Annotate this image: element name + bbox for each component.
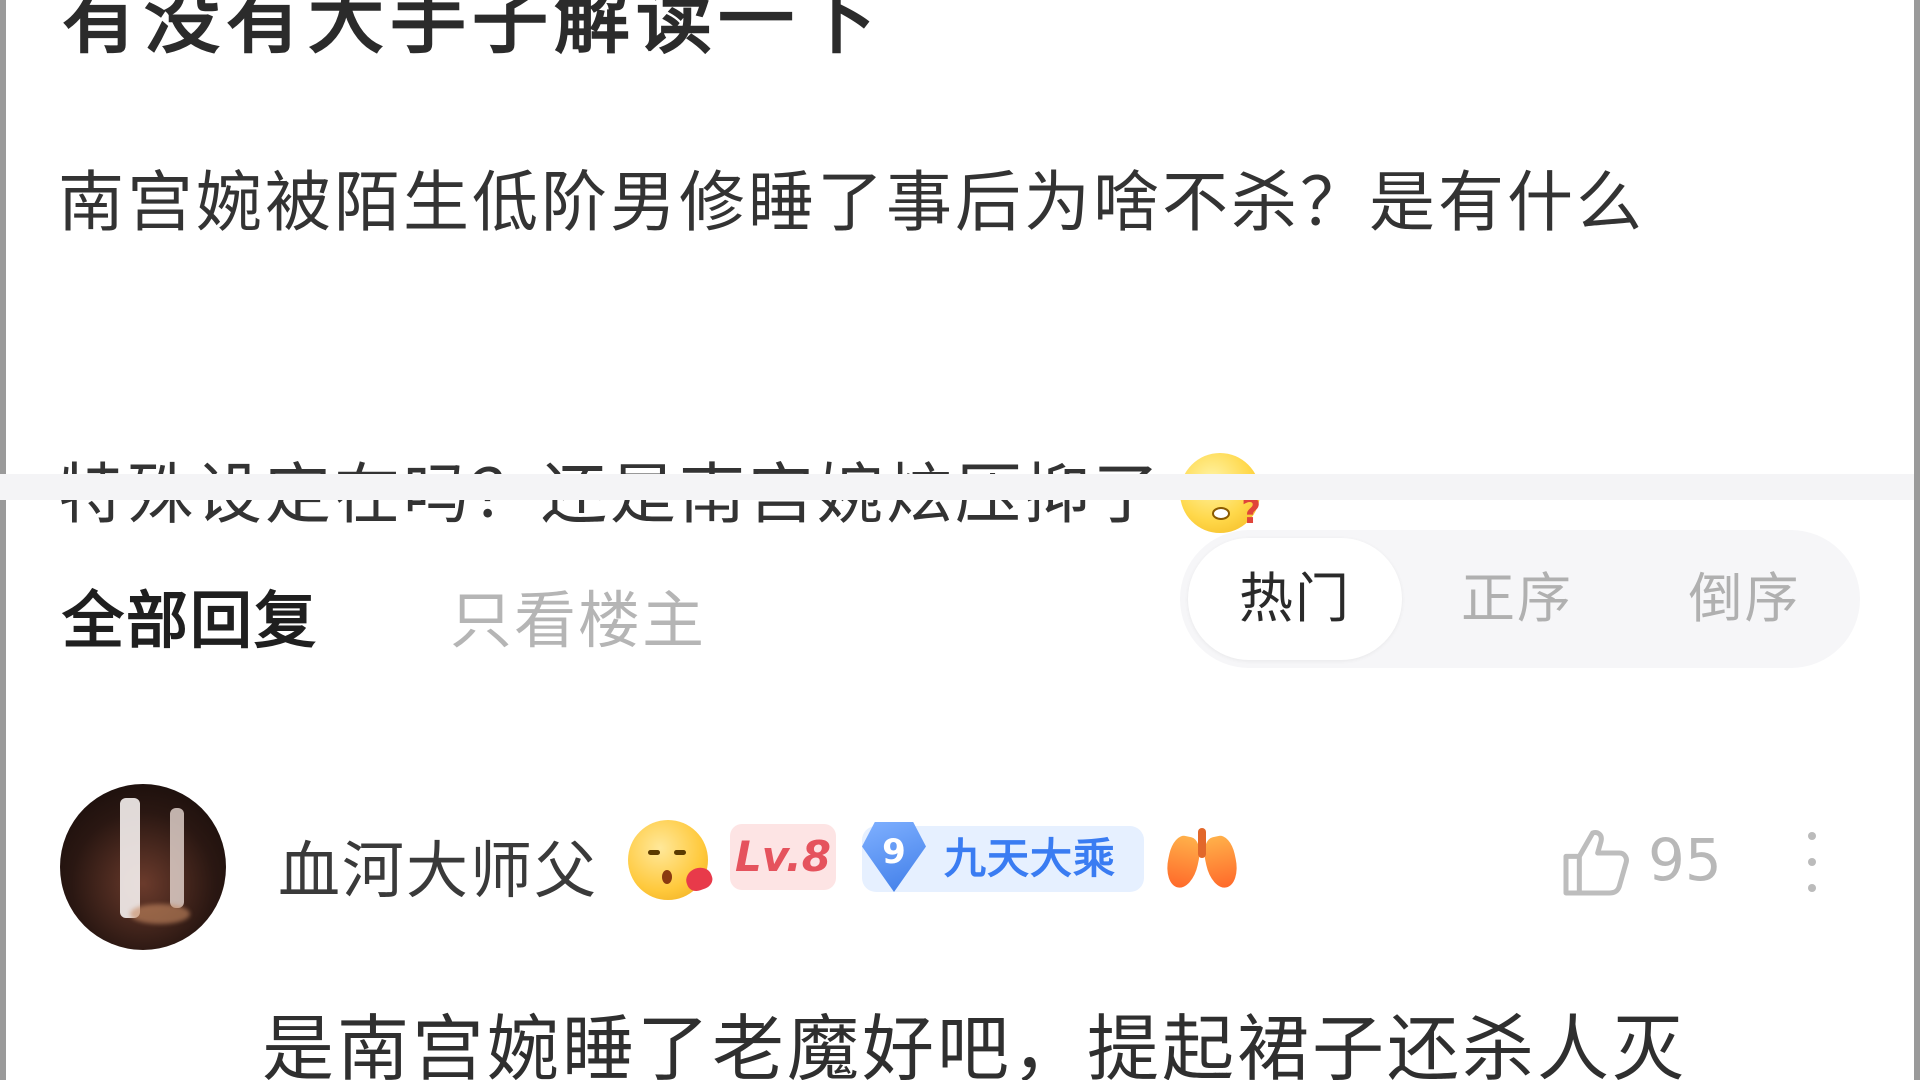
like-count: 95 bbox=[1648, 826, 1722, 894]
comment-item: 血河大师父 Lv.8 9 九天大乘 95 是南宫婉睡了老魔好吧，提起裙子还杀人灭 bbox=[0, 780, 1920, 1080]
tab-op-only[interactable]: 只看楼主 bbox=[450, 570, 706, 660]
comment-text: 是南宫婉睡了老魔好吧，提起裙子还杀人灭 bbox=[262, 1007, 1688, 1080]
level-badge: Lv.8 bbox=[730, 824, 836, 890]
post-title: 有没有大手子解读一下 bbox=[62, 0, 882, 64]
replies-tab-bar: 全部回复 只看楼主 热门 正序 倒序 bbox=[0, 530, 1920, 680]
thumbs-up-icon bbox=[1563, 830, 1629, 896]
avatar[interactable] bbox=[60, 784, 226, 950]
sort-hot-button[interactable]: 热门 bbox=[1188, 538, 1402, 660]
app-frame: 有没有大手子解读一下 南宫婉被陌生低阶男修睡了事后为啥不杀？是有什么 特殊设定在… bbox=[0, 0, 1920, 1080]
post-body-line-1: 南宫婉被陌生低阶男修睡了事后为啥不杀？是有什么 bbox=[58, 164, 1645, 241]
section-divider bbox=[0, 474, 1920, 500]
diamond-icon: 9 bbox=[862, 822, 926, 892]
rank-badge: 9 九天大乘 bbox=[862, 822, 1144, 892]
sort-ascending-button[interactable]: 正序 bbox=[1402, 538, 1632, 660]
sort-segmented-control: 热门 正序 倒序 bbox=[1180, 530, 1860, 668]
lungs-icon bbox=[1162, 828, 1242, 892]
kissing-face-icon bbox=[628, 820, 715, 900]
rank-badge-label: 九天大乘 bbox=[944, 834, 1117, 883]
more-options-icon[interactable] bbox=[1800, 832, 1824, 912]
tab-all-replies[interactable]: 全部回复 bbox=[62, 570, 318, 660]
comment-username[interactable]: 血河大师父 bbox=[278, 820, 598, 910]
post-body: 南宫婉被陌生低阶男修睡了事后为啥不杀？是有什么 特殊设定在吗？还是南宫婉炫压抑了… bbox=[58, 164, 1878, 533]
sort-descending-button[interactable]: 倒序 bbox=[1632, 538, 1857, 660]
